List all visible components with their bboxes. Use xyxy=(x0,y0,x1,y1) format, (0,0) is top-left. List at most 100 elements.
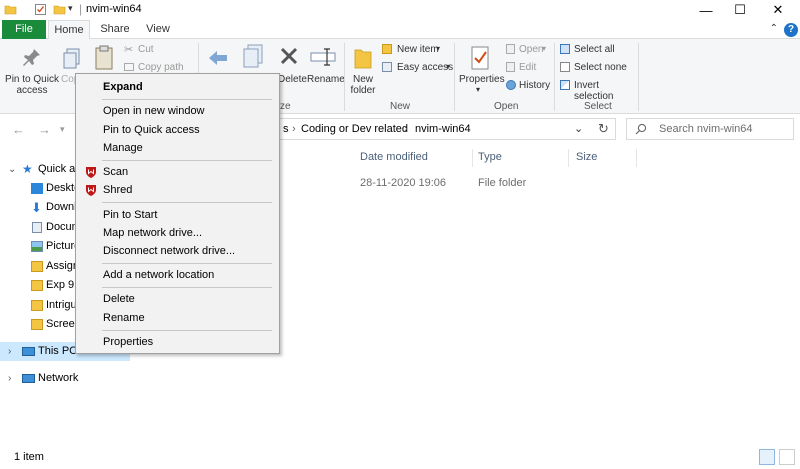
help-icon[interactable]: ? xyxy=(784,23,798,37)
copy-path-label: Copy path xyxy=(138,62,184,73)
edit-icon xyxy=(506,62,515,72)
tab-share[interactable]: Share xyxy=(94,20,136,39)
new-item-icon xyxy=(382,44,392,54)
menu-item-manage[interactable]: Manage xyxy=(77,139,278,157)
select-all-icon xyxy=(560,44,570,54)
column-divider[interactable] xyxy=(636,149,637,167)
tab-home[interactable]: Home xyxy=(48,20,90,40)
move-to-icon[interactable] xyxy=(206,45,230,71)
properties-chevron-icon: ▾ xyxy=(476,85,481,94)
menu-separator xyxy=(102,202,272,203)
cell-date-modified: 28-11-2020 19:06 xyxy=(360,177,447,189)
breadcrumb-separator-icon[interactable]: › xyxy=(404,123,408,135)
rename-button[interactable]: Rename xyxy=(306,43,345,99)
edit-button[interactable]: Edit xyxy=(506,62,556,76)
tab-file[interactable]: File xyxy=(2,20,46,39)
menu-item-map-network-drive[interactable]: Map network drive... xyxy=(77,224,278,242)
customize-quick-access-chevron-icon[interactable]: ▾ xyxy=(68,3,73,14)
star-icon: ★ xyxy=(22,162,33,176)
easy-access-icon xyxy=(382,62,392,72)
menu-item-label: Pin to Start xyxy=(103,209,158,221)
new-item-button[interactable]: New item ▾ xyxy=(382,44,452,58)
menu-item-label: Expand xyxy=(103,81,143,93)
cut-button[interactable]: ✂ Cut xyxy=(124,44,184,58)
easy-access-chevron-icon: ▾ xyxy=(446,62,451,71)
new-folder-icon[interactable] xyxy=(53,3,66,16)
download-icon: ⬇ xyxy=(31,200,42,215)
forward-arrow-icon[interactable]: → xyxy=(38,122,51,137)
menu-item-pin-to-quick-access[interactable]: Pin to Quick access xyxy=(77,121,278,139)
breadcrumb-nvim-win64[interactable]: nvim-win64 xyxy=(415,123,471,135)
column-divider[interactable] xyxy=(472,149,473,167)
menu-item-label: Properties xyxy=(103,336,154,348)
folder-icon xyxy=(31,280,43,291)
column-header-type[interactable]: Type xyxy=(478,151,502,163)
back-arrow-icon[interactable]: ← xyxy=(12,122,25,137)
ribbon-separator xyxy=(344,43,345,111)
pin-to-quick-access-button[interactable]: Pin to Quick access xyxy=(4,43,60,99)
address-bar[interactable]: s › Coding or Dev related › nvim-win64 ⌄ xyxy=(270,118,616,140)
column-divider[interactable] xyxy=(568,149,569,167)
menu-item-add-a-network-location[interactable]: Add a network location xyxy=(77,266,278,284)
refresh-icon[interactable]: ↻ xyxy=(598,121,609,137)
search-input[interactable]: Search nvim-win64 xyxy=(626,118,794,140)
history-icon xyxy=(506,80,516,90)
menu-item-label: Disconnect network drive... xyxy=(103,245,236,257)
column-header-date-modified[interactable]: Date modified xyxy=(360,151,428,163)
ribbon-separator xyxy=(638,43,639,111)
open-button[interactable]: Open ▾ xyxy=(506,44,556,58)
select-all-button[interactable]: Select all xyxy=(560,44,630,58)
copy-path-icon xyxy=(124,63,134,71)
folder-icon xyxy=(31,261,43,272)
menu-item-properties[interactable]: Properties xyxy=(77,333,278,351)
breadcrumb-separator-icon[interactable]: › xyxy=(292,123,296,135)
invert-selection-button[interactable]: Invert selection xyxy=(560,80,640,102)
menu-item-rename[interactable]: Rename xyxy=(77,309,278,327)
minimize-button[interactable]: — xyxy=(690,0,722,20)
window-title: nvim-win64 xyxy=(86,3,142,15)
expand-chevron-icon[interactable]: › xyxy=(8,342,11,361)
menu-item-open-in-new-window[interactable]: Open in new window xyxy=(77,102,278,120)
properties-button[interactable]: Properties ▾ xyxy=(458,43,505,99)
nav-item-label: Intrigu xyxy=(46,299,77,311)
new-folder-button[interactable]: New folder xyxy=(348,43,378,99)
column-header-size[interactable]: Size xyxy=(576,151,597,163)
context-menu: Expand Open in new window Pin to Quick a… xyxy=(75,73,280,354)
open-chevron-icon: ▾ xyxy=(542,44,547,53)
title-divider: | xyxy=(79,2,83,16)
expand-chevron-icon[interactable]: › xyxy=(8,369,11,388)
recent-locations-chevron-icon[interactable]: ▾ xyxy=(60,124,65,135)
properties-check-icon[interactable] xyxy=(34,3,47,16)
folder-icon[interactable] xyxy=(4,3,17,16)
properties-icon xyxy=(471,46,489,70)
menu-item-delete[interactable]: Delete xyxy=(77,290,278,308)
cell-type: File folder xyxy=(478,177,527,189)
maximize-button[interactable]: ☐ xyxy=(724,0,756,20)
select-none-button[interactable]: Select none xyxy=(560,62,630,76)
menu-item-disconnect-network-drive[interactable]: Disconnect network drive... xyxy=(77,242,278,260)
address-dropdown-chevron-icon[interactable]: ⌄ xyxy=(574,122,583,135)
menu-item-pin-to-start[interactable]: Pin to Start xyxy=(77,206,278,224)
tab-view[interactable]: View xyxy=(138,20,178,39)
menu-item-expand[interactable]: Expand xyxy=(77,78,278,96)
select-none-label: Select none xyxy=(574,62,627,73)
menu-item-label: Delete xyxy=(103,293,135,305)
nav-item-network[interactable]: › Network xyxy=(0,369,130,388)
details-view-icon[interactable] xyxy=(759,449,775,465)
mcafee-shield-icon xyxy=(86,185,96,196)
paste-icon[interactable] xyxy=(94,45,114,71)
large-icons-view-icon[interactable] xyxy=(779,449,795,465)
menu-item-scan[interactable]: Scan xyxy=(77,163,278,181)
collapse-chevron-icon[interactable]: ⌄ xyxy=(8,160,16,179)
ribbon-collapse-chevron-icon[interactable]: ⌃ xyxy=(770,23,778,34)
menu-item-shred[interactable]: Shred xyxy=(77,181,278,199)
close-button[interactable]: ✕ xyxy=(762,0,794,20)
copy-to-icon[interactable] xyxy=(242,43,266,71)
breadcrumb-partial[interactable]: s xyxy=(283,123,289,135)
select-group-label: Select xyxy=(584,101,612,112)
history-button[interactable]: History xyxy=(506,80,556,94)
scissors-icon: ✂ xyxy=(124,44,134,56)
breadcrumb-coding-or-dev-related[interactable]: Coding or Dev related xyxy=(301,123,408,135)
easy-access-button[interactable]: Easy access ▾ xyxy=(382,62,458,76)
rename-label: Rename xyxy=(307,74,345,85)
